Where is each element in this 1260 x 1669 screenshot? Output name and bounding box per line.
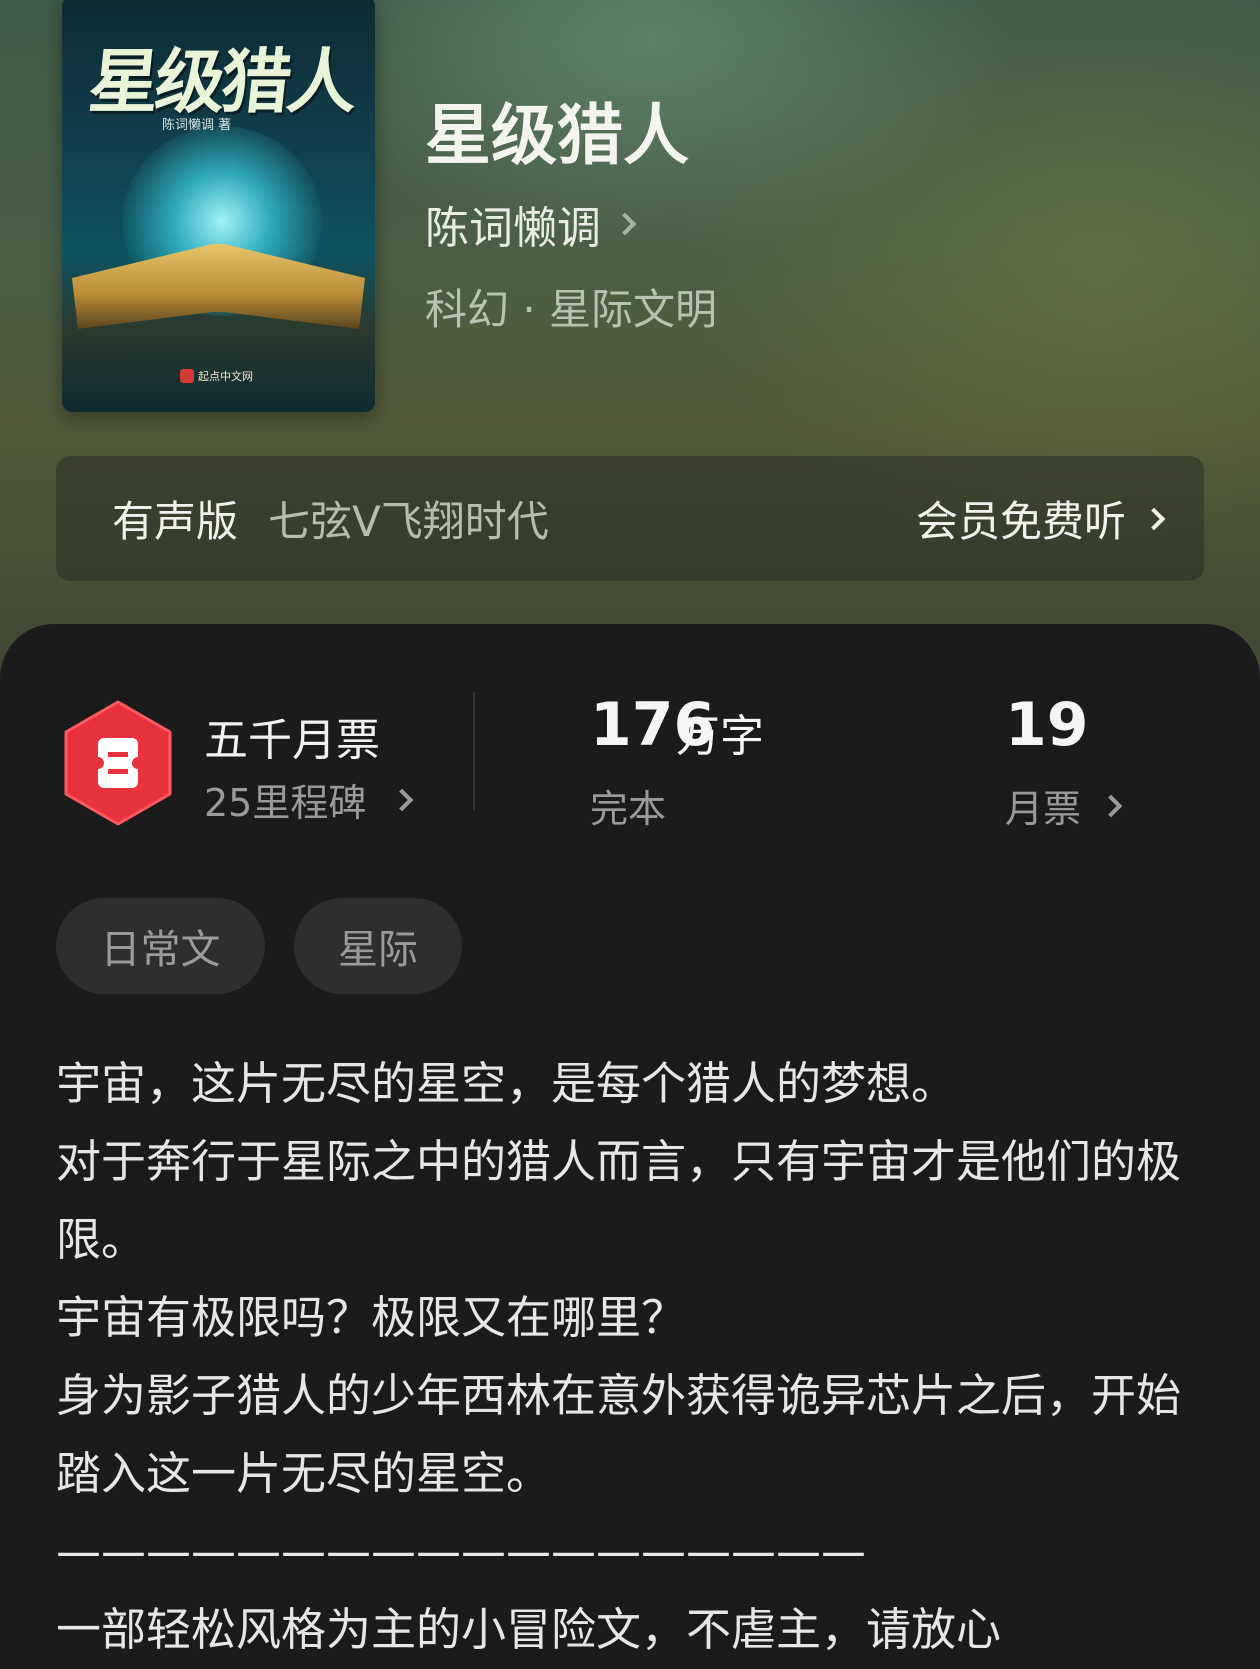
milestone-label: 25里程碑: [204, 781, 367, 825]
cover-title-art: 星级猎人: [85, 40, 358, 123]
monthly-votes-link[interactable]: 月票: [1005, 778, 1123, 833]
audio-narrator: 七弦V飞翔时代: [268, 497, 549, 546]
free-listen-button[interactable]: 会员免费听: [915, 488, 1166, 549]
book-title: 星级猎人: [425, 96, 689, 174]
completion-status: 完本: [590, 787, 667, 831]
author-link[interactable]: 陈词懒调: [425, 192, 637, 256]
synopsis-text: 宇宙，这片无尽的星空，是每个猎人的梦想。 对于奔行于星际之中的猎人而言，只有宇宙…: [56, 1057, 1182, 1656]
author-name: 陈词懒调: [425, 203, 601, 254]
tag-chip[interactable]: 日常文: [56, 898, 265, 994]
publisher-logo-icon: [180, 369, 194, 383]
monthly-votes-value[interactable]: 19: [1005, 690, 1089, 760]
milestone-link[interactable]: 25里程碑: [204, 772, 414, 827]
chevron-right-icon: [613, 212, 637, 236]
monthly-votes-label: 月票: [1005, 787, 1082, 831]
book-cover[interactable]: 星级猎人 陈词懒调 著 起点中文网: [62, 0, 375, 412]
chevron-right-icon: [1142, 507, 1166, 530]
audio-label: 有声版: [112, 497, 239, 546]
chevron-right-icon: [1099, 794, 1123, 817]
tag-chip[interactable]: 星际: [294, 898, 462, 994]
genre-label: 科幻 · 星际文明: [425, 285, 718, 334]
cover-author-art: 陈词懒调 著: [162, 118, 232, 133]
cover-open-book: [72, 244, 365, 329]
chevron-right-icon: [391, 788, 414, 811]
audio-version-bar[interactable]: 有声版 七弦V飞翔时代 会员免费听: [56, 456, 1204, 581]
free-listen-label: 会员免费听: [915, 497, 1126, 546]
cover-publisher: 起点中文网: [180, 368, 253, 384]
monthly-ticket-badge-icon[interactable]: [62, 700, 174, 826]
cover-publisher-label: 起点中文网: [198, 370, 253, 383]
word-count-unit: 万字: [676, 711, 764, 762]
stats-divider: [473, 692, 475, 810]
badge-title[interactable]: 五千月票: [204, 704, 380, 768]
